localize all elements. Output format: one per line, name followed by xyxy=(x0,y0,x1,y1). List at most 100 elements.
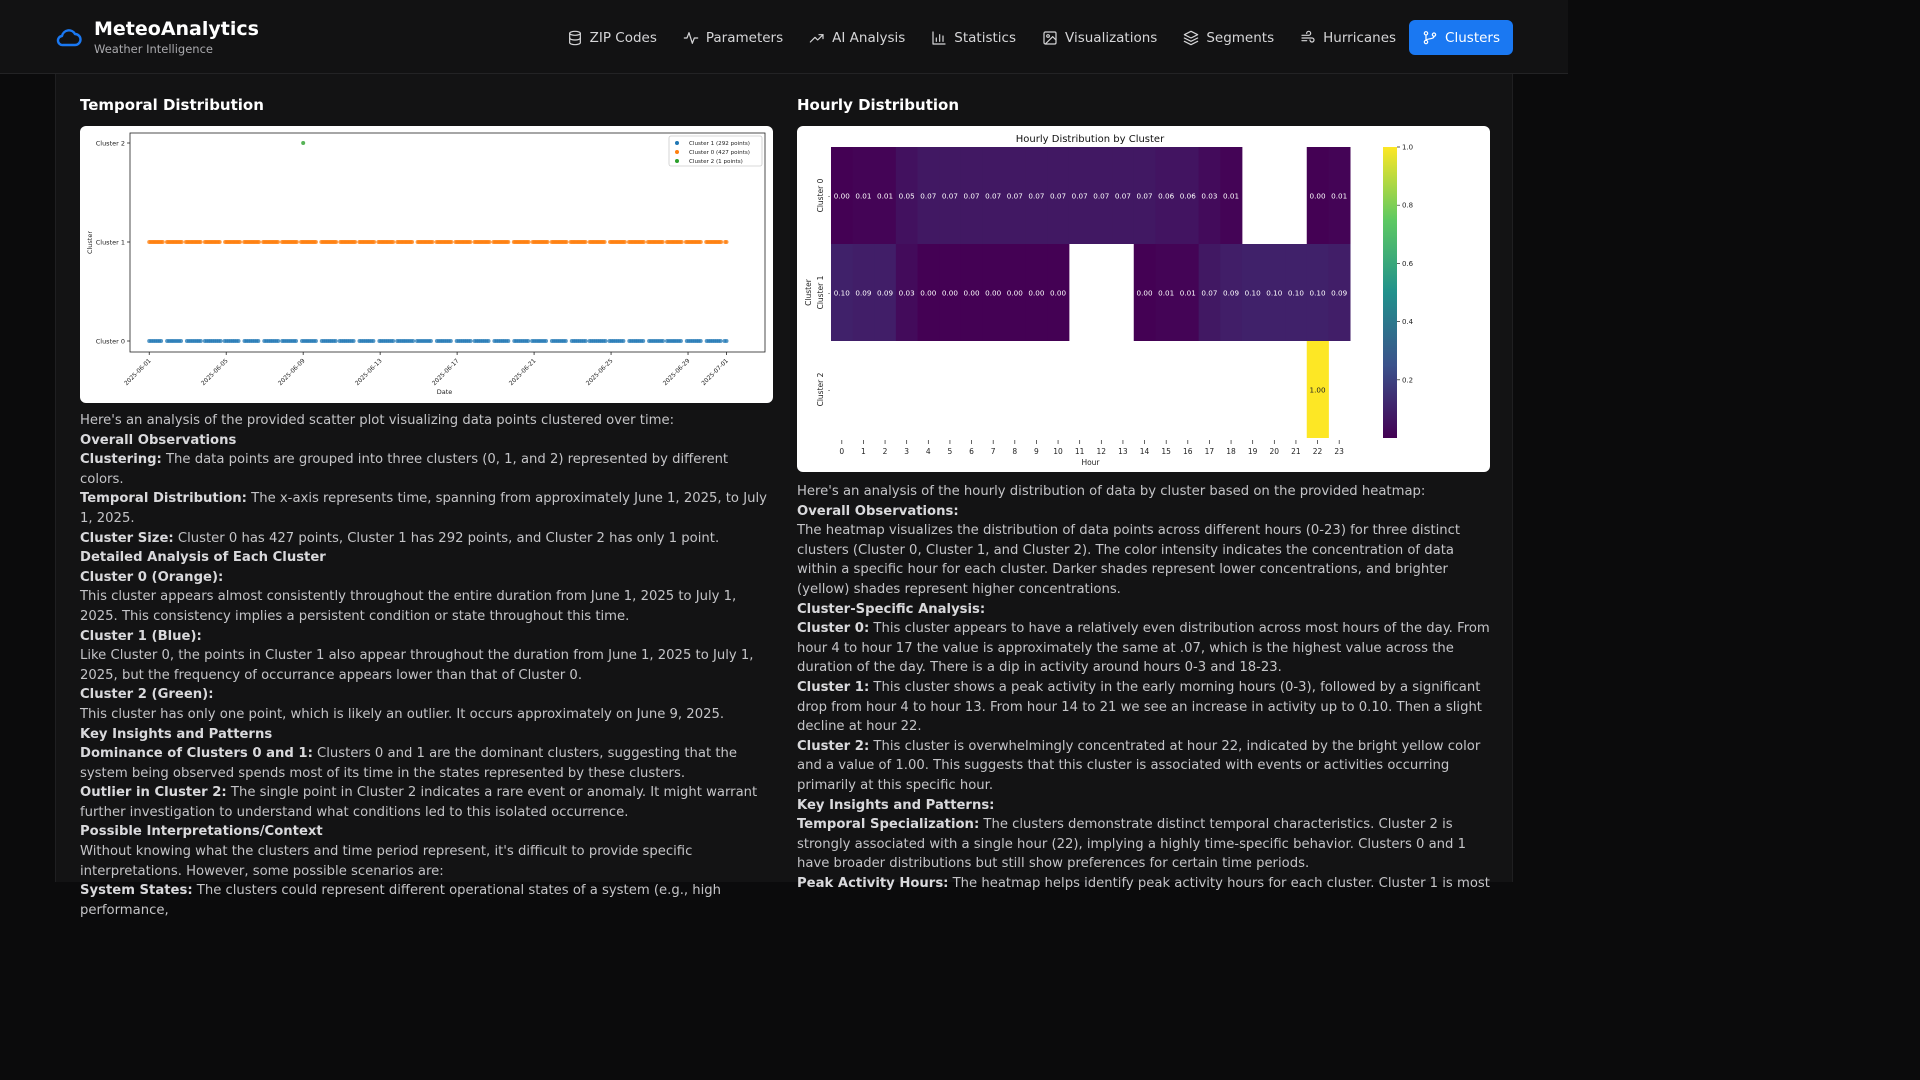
analysis-body: This cluster appears to have a relativel… xyxy=(797,621,1490,676)
nav-visualizations[interactable]: Visualizations xyxy=(1029,20,1170,55)
heatmap-cell-label: 0.00 xyxy=(1137,289,1153,298)
data-point xyxy=(353,240,358,244)
data-point xyxy=(294,240,299,244)
data-point xyxy=(583,339,588,343)
nav-zip-codes[interactable]: ZIP Codes xyxy=(554,20,670,55)
nav-label: Segments xyxy=(1206,29,1275,46)
data-point xyxy=(583,240,588,244)
analysis-paragraph: The heatmap visualizes the distribution … xyxy=(797,521,1490,599)
analysis-heading: Temporal Distribution: xyxy=(80,491,247,507)
x-tick-label: 16 xyxy=(1183,447,1193,456)
heatmap-cell-label: 0.09 xyxy=(1331,289,1347,298)
x-tick-label: 0 xyxy=(839,447,844,456)
analysis-paragraph: This cluster appears almost consistently… xyxy=(80,587,773,626)
analysis-paragraph: Temporal Specialization: The clusters de… xyxy=(797,815,1490,874)
data-point xyxy=(641,339,646,343)
analysis-body: This cluster has only one point, which i… xyxy=(80,706,725,722)
cloud-icon xyxy=(56,28,82,46)
analysis-heading: Detailed Analysis of Each Cluster xyxy=(80,550,326,566)
heatmap-cell-label: 0.00 xyxy=(1310,192,1326,201)
data-point xyxy=(468,240,473,244)
brand[interactable]: MeteoAnalytics Weather Intelligence xyxy=(55,16,259,57)
data-point xyxy=(334,240,339,244)
heatmap-cell-label: 0.01 xyxy=(1223,192,1239,201)
analysis-paragraph: This cluster has only one point, which i… xyxy=(80,705,773,725)
data-point xyxy=(294,339,298,343)
data-point xyxy=(179,240,184,244)
heatmap-cell-label: 0.01 xyxy=(1331,192,1347,201)
data-point xyxy=(719,240,724,244)
data-point xyxy=(679,240,684,244)
analysis-body: This cluster shows a peak activity in th… xyxy=(797,679,1482,735)
analysis-body: The heatmap visualizes the distribution … xyxy=(797,523,1461,597)
x-tick-label: 2025-06-25 xyxy=(585,357,615,387)
data-point xyxy=(256,339,261,343)
heatmap-cell-label: 0.00 xyxy=(942,289,958,298)
data-point xyxy=(486,339,491,343)
heatmap-cell-label: 0.10 xyxy=(1310,289,1326,298)
data-point xyxy=(257,240,261,244)
colorbar-tick-label: 0.4 xyxy=(1402,318,1414,326)
nav-clusters[interactable]: Clusters xyxy=(1409,20,1513,55)
nav-label: Parameters xyxy=(705,29,784,46)
data-point xyxy=(217,240,222,244)
data-point xyxy=(236,339,241,343)
y-tick-label: Cluster 0 xyxy=(96,338,125,346)
x-axis-label: Date xyxy=(437,388,453,396)
heatmap-cell-label: 0.10 xyxy=(1288,289,1304,298)
data-point xyxy=(313,240,318,244)
heatmap-cell-label: 0.07 xyxy=(1028,192,1044,201)
analysis-heading: Clustering: xyxy=(80,452,162,468)
heatmap-cell-label: 0.07 xyxy=(942,192,958,201)
nav-ai-analysis[interactable]: AI Analysis xyxy=(796,20,918,55)
app-title: MeteoAnalytics xyxy=(94,18,259,40)
analysis-heading: Peak Activity Hours: xyxy=(797,875,949,891)
y-axis-label: Cluster xyxy=(804,278,813,306)
nav-segments[interactable]: Segments xyxy=(1170,20,1287,55)
data-point xyxy=(545,240,550,244)
app-subtitle: Weather Intelligence xyxy=(94,42,213,56)
analysis-paragraph: Here's an analysis of the hourly distrib… xyxy=(797,482,1490,502)
x-tick-label: 2025-06-09 xyxy=(277,357,307,387)
analysis-heading: Cluster 0 (Orange): xyxy=(80,569,224,585)
y-tick-label: Cluster 1 xyxy=(96,239,125,247)
data-point xyxy=(198,339,203,343)
x-tick-label: 13 xyxy=(1118,447,1128,456)
nav-hurricanes[interactable]: Hurricanes xyxy=(1287,20,1409,55)
analysis-paragraph: Peak Activity Hours: The heatmap helps i… xyxy=(797,874,1490,894)
data-point xyxy=(724,240,729,244)
bar-chart-icon xyxy=(932,30,946,45)
nav-label: Clusters xyxy=(1445,29,1500,46)
analysis-body: This cluster is overwhelmingly concentra… xyxy=(797,738,1481,793)
hourly-heatmap-chart: Hourly Distribution by Cluster 0.00 0.01 0.… xyxy=(804,134,1414,467)
temporal-scatter-chart: Cluster 0 Cluster 1 Cluster 2 Cluster 2025-0… xyxy=(86,132,766,396)
x-tick-label: 2025-07-01 xyxy=(700,357,730,387)
analysis-heading: System States: xyxy=(80,883,193,899)
x-tick-label: 10 xyxy=(1053,447,1063,456)
analysis-heading: Cluster-Specific Analysis: xyxy=(797,601,986,617)
x-tick-label: 3 xyxy=(904,447,909,456)
legend-marker xyxy=(675,141,679,145)
heatmap-cell-label: 0.05 xyxy=(899,192,915,201)
analysis-body: The data points are grouped into three c… xyxy=(80,452,729,487)
x-tick-label: 18 xyxy=(1226,447,1236,456)
y-tick-mark: - xyxy=(828,193,831,201)
analysis-heading: Cluster 0: xyxy=(797,621,870,637)
data-point xyxy=(449,240,454,244)
data-point xyxy=(448,339,453,343)
analysis-body: Here's an analysis of the provided scatt… xyxy=(80,413,675,428)
activity-icon xyxy=(683,31,699,44)
nav-statistics[interactable]: Statistics xyxy=(918,20,1029,55)
analysis-body: Cluster 0 has 427 points, Cluster 1 has … xyxy=(173,530,720,546)
data-point xyxy=(372,240,377,244)
heatmap-cell-label: 0.00 xyxy=(1007,289,1023,298)
analysis-body: Without knowing what the clusters and ti… xyxy=(80,844,693,879)
nav-parameters[interactable]: Parameters xyxy=(670,20,796,55)
analysis-paragraph: Detailed Analysis of Each Cluster xyxy=(80,548,773,568)
heatmap-cell-label: 0.03 xyxy=(899,289,915,298)
heatmap-cell-label: 0.07 xyxy=(1050,192,1066,201)
heatmap-cell-label: 0.09 xyxy=(855,289,871,298)
heatmap-cell-label: 0.09 xyxy=(1223,289,1239,298)
heatmap-cell-label: 0.07 xyxy=(920,192,936,201)
analysis-paragraph: Cluster 0 (Orange): xyxy=(80,568,773,588)
